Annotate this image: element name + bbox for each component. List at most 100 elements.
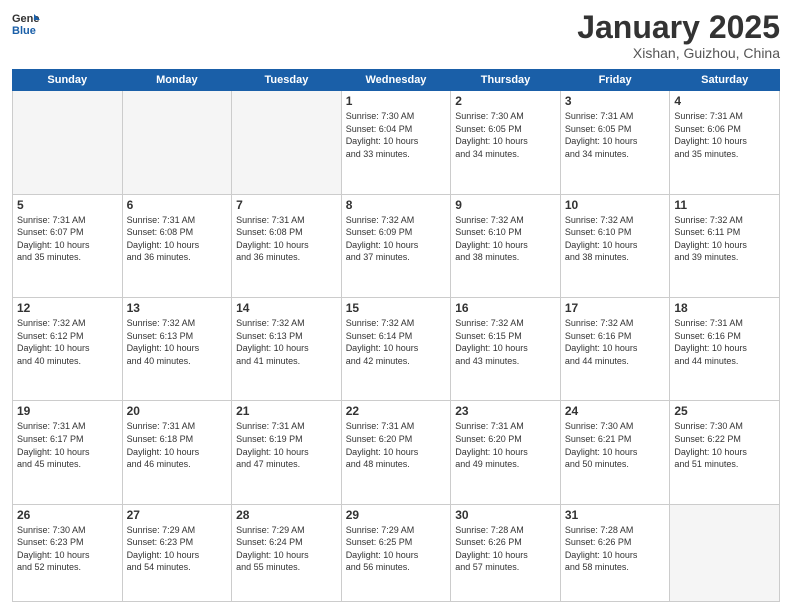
day-number: 21 — [236, 404, 337, 418]
day-info: Sunrise: 7:29 AM Sunset: 6:25 PM Dayligh… — [346, 524, 447, 574]
header-wednesday: Wednesday — [341, 70, 451, 91]
day-info: Sunrise: 7:31 AM Sunset: 6:08 PM Dayligh… — [236, 214, 337, 264]
table-row: 19 Sunrise: 7:31 AM Sunset: 6:17 PM Dayli… — [13, 401, 123, 504]
day-info: Sunrise: 7:31 AM Sunset: 6:20 PM Dayligh… — [346, 420, 447, 470]
day-info: Sunrise: 7:30 AM Sunset: 6:23 PM Dayligh… — [17, 524, 118, 574]
day-number: 23 — [455, 404, 556, 418]
days-header-row: Sunday Monday Tuesday Wednesday Thursday… — [13, 70, 780, 91]
location-title: Xishan, Guizhou, China — [577, 45, 780, 61]
calendar-body: 1Sunrise: 7:30 AM Sunset: 6:04 PM Daylig… — [13, 91, 780, 602]
day-info: Sunrise: 7:32 AM Sunset: 6:11 PM Dayligh… — [674, 214, 775, 264]
day-info: Sunrise: 7:31 AM Sunset: 6:07 PM Dayligh… — [17, 214, 118, 264]
day-number: 28 — [236, 508, 337, 522]
table-row: 26 Sunrise: 7:30 AM Sunset: 6:23 PM Dayli… — [13, 504, 123, 601]
day-number: 3 — [565, 94, 666, 108]
day-info: Sunrise: 7:29 AM Sunset: 6:23 PM Dayligh… — [127, 524, 228, 574]
table-row: 5 Sunrise: 7:31 AM Sunset: 6:07 PM Daylig… — [13, 194, 123, 297]
day-info: Sunrise: 7:32 AM Sunset: 6:13 PM Dayligh… — [236, 317, 337, 367]
day-number: 16 — [455, 301, 556, 315]
day-number: 20 — [127, 404, 228, 418]
day-number: 27 — [127, 508, 228, 522]
table-row: 24 Sunrise: 7:30 AM Sunset: 6:21 PM Dayli… — [560, 401, 670, 504]
logo-icon: General Blue — [12, 10, 40, 38]
day-number: 26 — [17, 508, 118, 522]
day-number: 9 — [455, 198, 556, 212]
table-row: 27 Sunrise: 7:29 AM Sunset: 6:23 PM Dayli… — [122, 504, 232, 601]
table-row: 12 Sunrise: 7:32 AM Sunset: 6:12 PM Dayli… — [13, 297, 123, 400]
day-number: 1 — [346, 94, 447, 108]
table-row: 10 Sunrise: 7:32 AM Sunset: 6:10 PM Dayli… — [560, 194, 670, 297]
header-sunday: Sunday — [13, 70, 123, 91]
day-info: Sunrise: 7:30 AM Sunset: 6:05 PM Dayligh… — [455, 110, 556, 160]
day-info: Sunrise: 7:32 AM Sunset: 6:14 PM Dayligh… — [346, 317, 447, 367]
table-row: 31 Sunrise: 7:28 AM Sunset: 6:26 PM Dayli… — [560, 504, 670, 601]
header-friday: Friday — [560, 70, 670, 91]
day-number: 24 — [565, 404, 666, 418]
table-row: 21 Sunrise: 7:31 AM Sunset: 6:19 PM Dayli… — [232, 401, 342, 504]
table-row: 14 Sunrise: 7:32 AM Sunset: 6:13 PM Dayli… — [232, 297, 342, 400]
day-info: Sunrise: 7:32 AM Sunset: 6:12 PM Dayligh… — [17, 317, 118, 367]
day-info: Sunrise: 7:31 AM Sunset: 6:06 PM Dayligh… — [674, 110, 775, 160]
day-info: Sunrise: 7:31 AM Sunset: 6:20 PM Dayligh… — [455, 420, 556, 470]
table-row: 15 Sunrise: 7:32 AM Sunset: 6:14 PM Dayli… — [341, 297, 451, 400]
table-row: 4 Sunrise: 7:31 AM Sunset: 6:06 PM Daylig… — [670, 91, 780, 194]
table-row — [670, 504, 780, 601]
table-row: 1Sunrise: 7:30 AM Sunset: 6:04 PM Daylig… — [341, 91, 451, 194]
calendar-page: General Blue January 2025 Xishan, Guizho… — [0, 0, 792, 612]
day-info: Sunrise: 7:31 AM Sunset: 6:19 PM Dayligh… — [236, 420, 337, 470]
table-row: 18Sunrise: 7:31 AM Sunset: 6:16 PM Dayli… — [670, 297, 780, 400]
table-row: 30 Sunrise: 7:28 AM Sunset: 6:26 PM Dayli… — [451, 504, 561, 601]
day-number: 17 — [565, 301, 666, 315]
day-number: 11 — [674, 198, 775, 212]
day-number: 10 — [565, 198, 666, 212]
day-info: Sunrise: 7:28 AM Sunset: 6:26 PM Dayligh… — [565, 524, 666, 574]
table-row: 28 Sunrise: 7:29 AM Sunset: 6:24 PM Dayli… — [232, 504, 342, 601]
table-row: 2 Sunrise: 7:30 AM Sunset: 6:05 PM Daylig… — [451, 91, 561, 194]
day-number: 8 — [346, 198, 447, 212]
table-row: 13Sunrise: 7:32 AM Sunset: 6:13 PM Dayli… — [122, 297, 232, 400]
table-row: 11 Sunrise: 7:32 AM Sunset: 6:11 PM Dayli… — [670, 194, 780, 297]
header: General Blue January 2025 Xishan, Guizho… — [12, 10, 780, 61]
day-number: 30 — [455, 508, 556, 522]
day-number: 4 — [674, 94, 775, 108]
day-info: Sunrise: 7:31 AM Sunset: 6:05 PM Dayligh… — [565, 110, 666, 160]
day-number: 31 — [565, 508, 666, 522]
day-number: 2 — [455, 94, 556, 108]
day-info: Sunrise: 7:32 AM Sunset: 6:10 PM Dayligh… — [565, 214, 666, 264]
table-row: 7 Sunrise: 7:31 AM Sunset: 6:08 PM Daylig… — [232, 194, 342, 297]
day-info: Sunrise: 7:28 AM Sunset: 6:26 PM Dayligh… — [455, 524, 556, 574]
day-number: 12 — [17, 301, 118, 315]
day-info: Sunrise: 7:32 AM Sunset: 6:10 PM Dayligh… — [455, 214, 556, 264]
day-info: Sunrise: 7:32 AM Sunset: 6:15 PM Dayligh… — [455, 317, 556, 367]
table-row — [122, 91, 232, 194]
month-title: January 2025 — [577, 10, 780, 45]
day-number: 13 — [127, 301, 228, 315]
table-row: 9 Sunrise: 7:32 AM Sunset: 6:10 PM Daylig… — [451, 194, 561, 297]
day-number: 29 — [346, 508, 447, 522]
day-number: 15 — [346, 301, 447, 315]
logo: General Blue — [12, 10, 40, 38]
day-info: Sunrise: 7:29 AM Sunset: 6:24 PM Dayligh… — [236, 524, 337, 574]
day-number: 14 — [236, 301, 337, 315]
day-number: 18 — [674, 301, 775, 315]
table-row: 23 Sunrise: 7:31 AM Sunset: 6:20 PM Dayli… — [451, 401, 561, 504]
title-block: January 2025 Xishan, Guizhou, China — [577, 10, 780, 61]
day-number: 5 — [17, 198, 118, 212]
table-row: 29 Sunrise: 7:29 AM Sunset: 6:25 PM Dayli… — [341, 504, 451, 601]
day-number: 7 — [236, 198, 337, 212]
table-row: 8 Sunrise: 7:32 AM Sunset: 6:09 PM Daylig… — [341, 194, 451, 297]
day-number: 6 — [127, 198, 228, 212]
day-number: 22 — [346, 404, 447, 418]
day-info: Sunrise: 7:31 AM Sunset: 6:17 PM Dayligh… — [17, 420, 118, 470]
day-info: Sunrise: 7:31 AM Sunset: 6:18 PM Dayligh… — [127, 420, 228, 470]
day-info: Sunrise: 7:32 AM Sunset: 6:09 PM Dayligh… — [346, 214, 447, 264]
table-row — [232, 91, 342, 194]
header-thursday: Thursday — [451, 70, 561, 91]
day-info: Sunrise: 7:30 AM Sunset: 6:22 PM Dayligh… — [674, 420, 775, 470]
table-row: 25Sunrise: 7:30 AM Sunset: 6:22 PM Dayli… — [670, 401, 780, 504]
day-number: 19 — [17, 404, 118, 418]
header-saturday: Saturday — [670, 70, 780, 91]
day-info: Sunrise: 7:30 AM Sunset: 6:21 PM Dayligh… — [565, 420, 666, 470]
table-row: 22 Sunrise: 7:31 AM Sunset: 6:20 PM Dayli… — [341, 401, 451, 504]
header-tuesday: Tuesday — [232, 70, 342, 91]
